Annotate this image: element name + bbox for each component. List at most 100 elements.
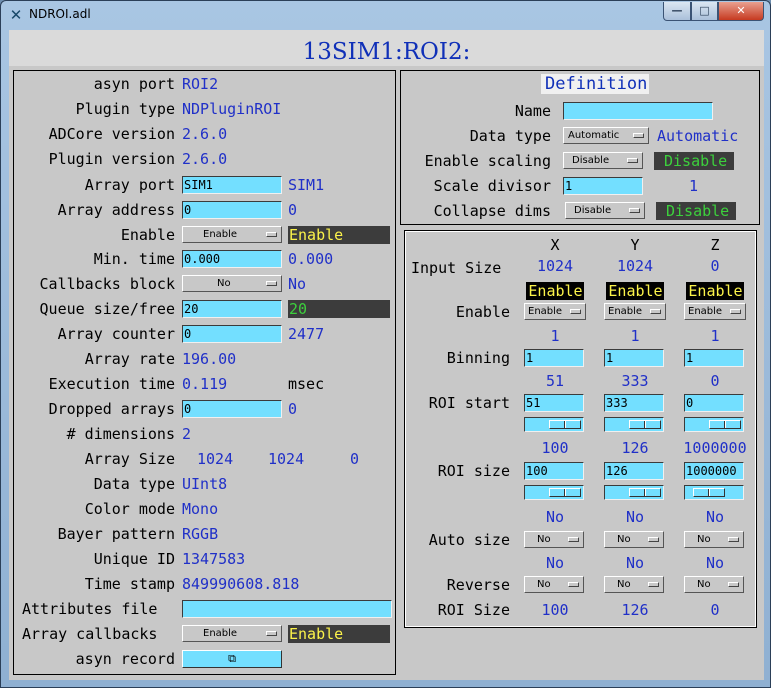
window: ✕ NDROI.adl — □ ✕ 13SIM1:ROI2: asyn port… [0, 0, 771, 688]
auto-size-y-menu-value: No [617, 534, 631, 545]
related-display-icon: ⧉ [228, 652, 236, 665]
array-port-readback: SIM1 [288, 176, 325, 194]
auto-size-z-menu[interactable]: No [684, 531, 744, 548]
enable-x-menu-value: Enable [528, 306, 563, 317]
menu-knob-icon [266, 631, 277, 636]
roi-size-z-input[interactable]: 1000000 [684, 462, 744, 480]
callbacks-block-label: Callbacks block [39, 275, 175, 293]
asyn-record-button[interactable]: ⧉ [182, 650, 282, 668]
column-y-header: Y [630, 236, 640, 254]
slider-thumb[interactable] [709, 420, 741, 429]
roi-panel: X Y Z Input Size 1024 1024 0 Enable Enab… [404, 230, 757, 628]
roi-size-z-slider[interactable] [684, 485, 744, 500]
array-address-label: Array address [57, 201, 175, 219]
enable-y-menu[interactable]: Enable [604, 303, 666, 320]
roi-start-y-slider[interactable] [604, 417, 664, 432]
minimize-button[interactable]: — [663, 2, 691, 21]
auto-size-x-menu[interactable]: No [524, 531, 584, 548]
app-icon: ✕ [9, 6, 23, 24]
auto-size-y-menu[interactable]: No [604, 531, 664, 548]
reverse-y-menu-value: No [617, 579, 631, 590]
collapse-dims-menu-value: Disable [574, 205, 612, 216]
enable-menu[interactable]: Enable [182, 226, 282, 243]
reverse-x-readback: No [545, 554, 565, 572]
roi-size-x-readback: 100 [541, 439, 569, 457]
roi-start-label: ROI start [428, 394, 510, 412]
roi-size-y-input[interactable]: 126 [604, 462, 664, 480]
roi-start-y-input[interactable]: 333 [604, 394, 664, 412]
roi-size-y-slider[interactable] [604, 485, 664, 500]
auto-size-z-readback: No [705, 508, 725, 526]
input-size-label: Input Size [411, 259, 502, 277]
binning-y-input[interactable]: 1 [604, 349, 664, 367]
enable-label: Enable [120, 226, 175, 244]
binning-z-input[interactable]: 1 [684, 349, 744, 367]
menu-knob-icon [570, 309, 581, 314]
enable-y-menu-value: Enable [608, 306, 643, 317]
roi-start-z-input[interactable]: 0 [684, 394, 744, 412]
name-input[interactable] [563, 102, 713, 120]
menu-knob-icon [568, 537, 579, 542]
close-button[interactable]: ✕ [718, 2, 764, 21]
array-callbacks-menu[interactable]: Enable [182, 625, 282, 642]
array-counter-label: Array counter [57, 325, 175, 343]
window-title: NDROI.adl [29, 7, 91, 21]
binning-x-input[interactable]: 1 [524, 349, 584, 367]
array-port-input[interactable]: SIM1 [182, 176, 282, 194]
slider-thumb[interactable] [629, 488, 661, 497]
def-data-type-menu[interactable]: Automatic [563, 127, 649, 144]
enable-z-menu[interactable]: Enable [684, 303, 746, 320]
slider-thumb[interactable] [549, 420, 581, 429]
callbacks-block-menu[interactable]: No [182, 275, 282, 292]
min-time-input[interactable]: 0.000 [182, 250, 282, 268]
dropped-arrays-readback: 0 [288, 400, 298, 418]
maximize-button[interactable]: □ [691, 2, 718, 21]
enable-z-menu-value: Enable [688, 306, 723, 317]
array-address-readback: 0 [288, 201, 298, 219]
binning-y-readback: 1 [630, 327, 640, 345]
roi-size-x-input[interactable]: 100 [524, 462, 584, 480]
menu-knob-icon [266, 232, 277, 237]
reverse-y-menu[interactable]: No [604, 576, 664, 593]
enable-x-menu[interactable]: Enable [524, 303, 586, 320]
reverse-x-menu[interactable]: No [524, 576, 584, 593]
roi-start-x-input[interactable]: 51 [524, 394, 584, 412]
roi-size-z-readback: 1000000 [683, 439, 747, 457]
input-size-x: 1024 [536, 257, 574, 275]
menu-knob-icon [633, 133, 644, 138]
collapse-dims-menu[interactable]: Disable [565, 202, 645, 219]
roi-start-x-slider[interactable] [524, 417, 584, 432]
enable-scaling-label: Enable scaling [424, 152, 551, 170]
enable-scaling-menu[interactable]: Disable [563, 152, 643, 169]
array-counter-readback: 2477 [288, 325, 325, 343]
output-size-x: 100 [541, 601, 569, 619]
plugin-version-value: 2.6.0 [182, 150, 228, 168]
reverse-z-menu[interactable]: No [684, 576, 744, 593]
menu-knob-icon [728, 582, 739, 587]
output-size-z: 0 [710, 601, 720, 619]
slider-thumb[interactable] [693, 488, 725, 497]
def-data-type-label: Data type [469, 127, 551, 145]
execution-time-label: Execution time [48, 375, 175, 393]
time-stamp-label: Time stamp [84, 575, 175, 593]
title-bar[interactable]: ✕ NDROI.adl — □ ✕ [1, 1, 770, 29]
array-address-input[interactable]: 0 [182, 201, 282, 219]
array-counter-input[interactable]: 0 [182, 325, 282, 343]
slider-thumb[interactable] [549, 488, 581, 497]
bayer-pattern-value: RGGB [182, 525, 219, 543]
menu-knob-icon [568, 582, 579, 587]
queue-size-label: Queue size/free [39, 300, 175, 318]
slider-thumb[interactable] [629, 420, 661, 429]
dropped-arrays-input[interactable]: 0 [182, 400, 282, 418]
attributes-file-input[interactable] [182, 600, 392, 618]
scale-divisor-input[interactable]: 1 [563, 177, 643, 195]
roi-size-x-slider[interactable] [524, 485, 584, 500]
menu-knob-icon [266, 281, 277, 286]
queue-size-input[interactable]: 20 [182, 300, 282, 318]
adcore-version-label: ADCore version [48, 125, 175, 143]
callbacks-block-readback: No [288, 275, 307, 293]
array-size-y: 1024 [268, 450, 305, 468]
array-rate-label: Array rate [84, 350, 175, 368]
roi-start-z-readback: 0 [710, 372, 720, 390]
roi-start-z-slider[interactable] [684, 417, 744, 432]
